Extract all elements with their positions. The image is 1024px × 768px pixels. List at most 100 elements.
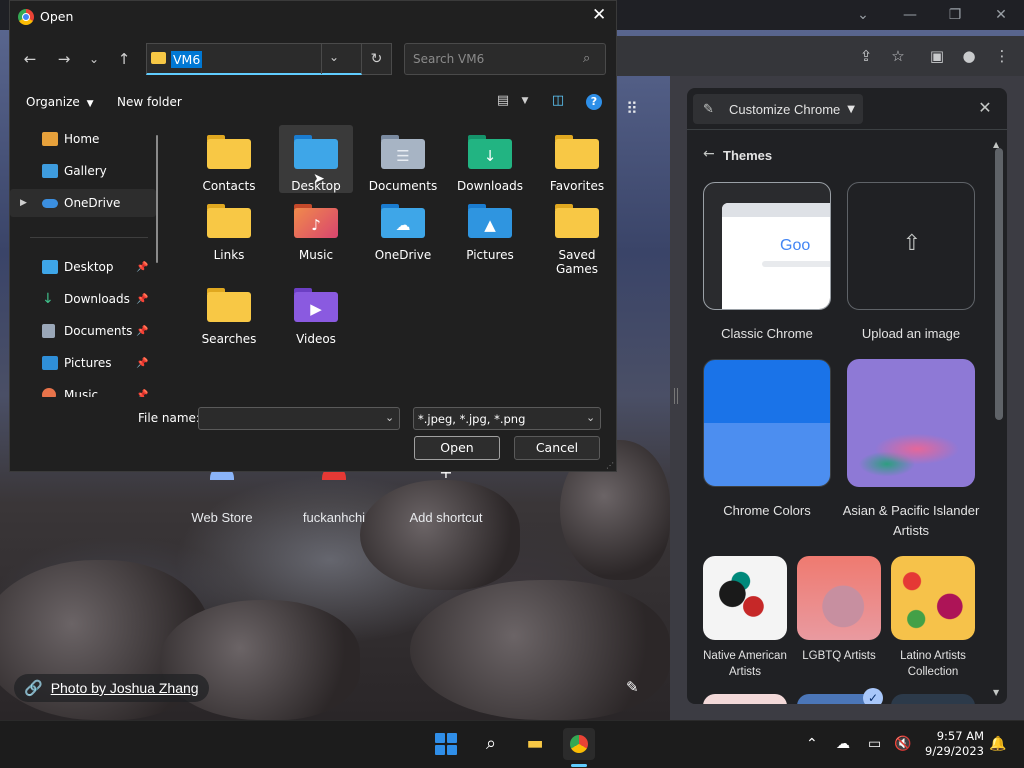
folder-documents[interactable]: ☰ Documents: [366, 125, 440, 193]
chrome-menu-icon[interactable]: ⋮: [991, 45, 1013, 67]
search-box[interactable]: ⌕: [404, 43, 606, 75]
side-panel-icon[interactable]: ▣: [926, 45, 948, 67]
taskbar-search-icon[interactable]: ⌕: [475, 728, 507, 760]
folder-links[interactable]: Links: [192, 194, 266, 262]
shortcut-web-store[interactable]: Web Store: [167, 510, 277, 525]
classic-preview-logo: Goo: [780, 237, 811, 254]
nav-item-onedrive[interactable]: ▶ OneDrive: [10, 189, 156, 217]
taskbar-clock[interactable]: 9:57 AM 9/29/2023: [922, 729, 984, 759]
folder-pictures[interactable]: ▲ Pictures: [453, 194, 527, 262]
downloads-folder-icon: ↓: [468, 135, 512, 169]
file-type-value: *.jpeg, *.jpg, *.png: [418, 412, 526, 426]
folder-favorites[interactable]: Favorites: [540, 125, 614, 193]
edit-background-pencil-icon[interactable]: ✎: [626, 678, 639, 696]
volume-muted-icon[interactable]: 🔇: [894, 736, 911, 752]
onedrive-tray-icon[interactable]: ☁: [836, 736, 850, 752]
recent-locations-chevron-icon[interactable]: ⌄: [84, 49, 104, 69]
file-name-input[interactable]: ⌄: [198, 407, 400, 430]
nav-item-desktop[interactable]: Desktop 📌: [10, 253, 156, 281]
folder-searches[interactable]: Searches: [192, 278, 266, 346]
help-icon[interactable]: ?: [586, 94, 602, 110]
folder-videos[interactable]: ▶ Videos: [279, 278, 353, 346]
view-chevron-down-icon[interactable]: ▼: [516, 96, 534, 112]
theme-native-american[interactable]: [703, 556, 787, 640]
nav-item-label: Documents: [64, 324, 133, 338]
scroll-down-arrow-icon[interactable]: ▼: [993, 688, 999, 697]
profile-avatar-icon[interactable]: ●: [958, 45, 980, 67]
view-options-icon[interactable]: ▤: [494, 93, 512, 109]
open-button[interactable]: Open: [414, 436, 500, 460]
file-explorer-icon[interactable]: ▬: [519, 728, 551, 760]
theme-classic-chrome[interactable]: Goo: [703, 182, 831, 310]
panel-scrollbar-thumb[interactable]: [995, 148, 1003, 420]
folder-downloads[interactable]: ↓ Downloads: [453, 125, 527, 193]
search-input[interactable]: [413, 51, 573, 67]
folder-icon: [555, 135, 599, 169]
network-icon[interactable]: ▭: [868, 736, 881, 752]
folder-saved-games[interactable]: Saved Games: [540, 194, 614, 276]
folder-desktop[interactable]: Desktop ➤: [279, 125, 353, 193]
theme-asian-pacific-islander[interactable]: [847, 359, 975, 487]
folder-music[interactable]: ♪ Music: [279, 194, 353, 262]
organize-button[interactable]: Organize ▼: [26, 95, 94, 109]
bookmark-star-icon[interactable]: ☆: [887, 45, 909, 67]
wallpaper-rock: [160, 600, 360, 720]
new-folder-button[interactable]: New folder: [117, 95, 182, 109]
customize-chrome-select[interactable]: ✎ Customize Chrome ▼: [693, 94, 863, 124]
nav-item-home[interactable]: Home: [10, 125, 156, 153]
photo-credit-link[interactable]: 🔗 Photo by Joshua Zhang: [14, 674, 209, 702]
address-value[interactable]: VM6: [171, 51, 203, 68]
folder-label: Favorites: [549, 179, 605, 193]
refresh-icon[interactable]: ↻: [362, 43, 392, 75]
file-name-dropdown-icon[interactable]: ⌄: [385, 411, 394, 424]
navigation-scrollbar[interactable]: [156, 135, 158, 263]
theme-chrome-colors[interactable]: [703, 359, 831, 487]
dialog-close-icon[interactable]: ✕: [592, 5, 606, 25]
theme-tile-partial[interactable]: [703, 694, 787, 704]
show-hidden-icons-chevron-icon[interactable]: ⌃: [806, 736, 818, 752]
panel-close-icon[interactable]: ✕: [975, 98, 995, 118]
minimize-icon[interactable]: —: [898, 4, 922, 26]
address-dropdown-icon[interactable]: ⌄: [329, 50, 339, 64]
theme-caption: Latino Artists Collection: [900, 650, 966, 678]
nav-item-label: Pictures: [64, 356, 112, 370]
cancel-button[interactable]: Cancel: [514, 436, 600, 460]
themes-title: Themes: [723, 148, 773, 163]
folder-label: Music: [298, 248, 334, 262]
window-close-icon[interactable]: ✕: [989, 4, 1013, 26]
resize-grip-icon[interactable]: ⋰: [606, 461, 614, 470]
chrome-taskbar-icon[interactable]: [563, 728, 595, 760]
notifications-bell-icon[interactable]: 🔔: [989, 736, 1006, 752]
file-type-select[interactable]: *.jpeg, *.jpg, *.png ⌄: [413, 407, 601, 430]
back-arrow-icon[interactable]: ←: [20, 49, 40, 69]
scroll-up-arrow-icon[interactable]: ▲: [993, 140, 999, 149]
wallpaper-rock: [360, 480, 520, 590]
apps-grid-icon[interactable]: ⠿: [626, 100, 644, 118]
nav-item-gallery[interactable]: Gallery: [10, 157, 156, 185]
up-arrow-icon[interactable]: ↑: [114, 49, 134, 69]
folder-contacts[interactable]: Contacts: [192, 125, 266, 193]
restore-icon[interactable]: ❐: [943, 4, 967, 26]
organize-label: Organize: [26, 95, 80, 109]
folder-onedrive[interactable]: ☁ OneDrive: [366, 194, 440, 262]
address-bar[interactable]: VM6 ⌄: [146, 43, 362, 75]
preview-pane-icon[interactable]: ◫: [549, 93, 567, 109]
theme-upload-image[interactable]: ⇧: [847, 182, 975, 310]
theme-tile-partial[interactable]: [891, 694, 975, 704]
nav-item-documents[interactable]: Documents 📌: [10, 317, 156, 345]
back-arrow-icon[interactable]: ←: [703, 146, 715, 162]
theme-lgbtq[interactable]: [797, 556, 881, 640]
onedrive-folder-icon: ☁: [381, 204, 425, 238]
share-icon[interactable]: ⇪: [855, 45, 877, 67]
nav-item-downloads[interactable]: ↓ Downloads 📌: [10, 285, 156, 313]
nav-item-pictures[interactable]: Pictures 📌: [10, 349, 156, 377]
theme-latino-artists[interactable]: [891, 556, 975, 640]
expand-chevron-icon[interactable]: ▶: [20, 198, 27, 208]
forward-arrow-icon[interactable]: →: [54, 49, 74, 69]
nav-item-music[interactable]: Music 📌: [10, 381, 156, 397]
side-panel-resize-handle[interactable]: [674, 388, 678, 404]
shortcut-fuckanhchi[interactable]: fuckanhchi: [279, 510, 389, 525]
tab-search-chevron-icon[interactable]: ⌄: [851, 4, 875, 26]
shortcut-add[interactable]: Add shortcut: [391, 510, 501, 525]
windows-start-icon[interactable]: [435, 733, 457, 755]
